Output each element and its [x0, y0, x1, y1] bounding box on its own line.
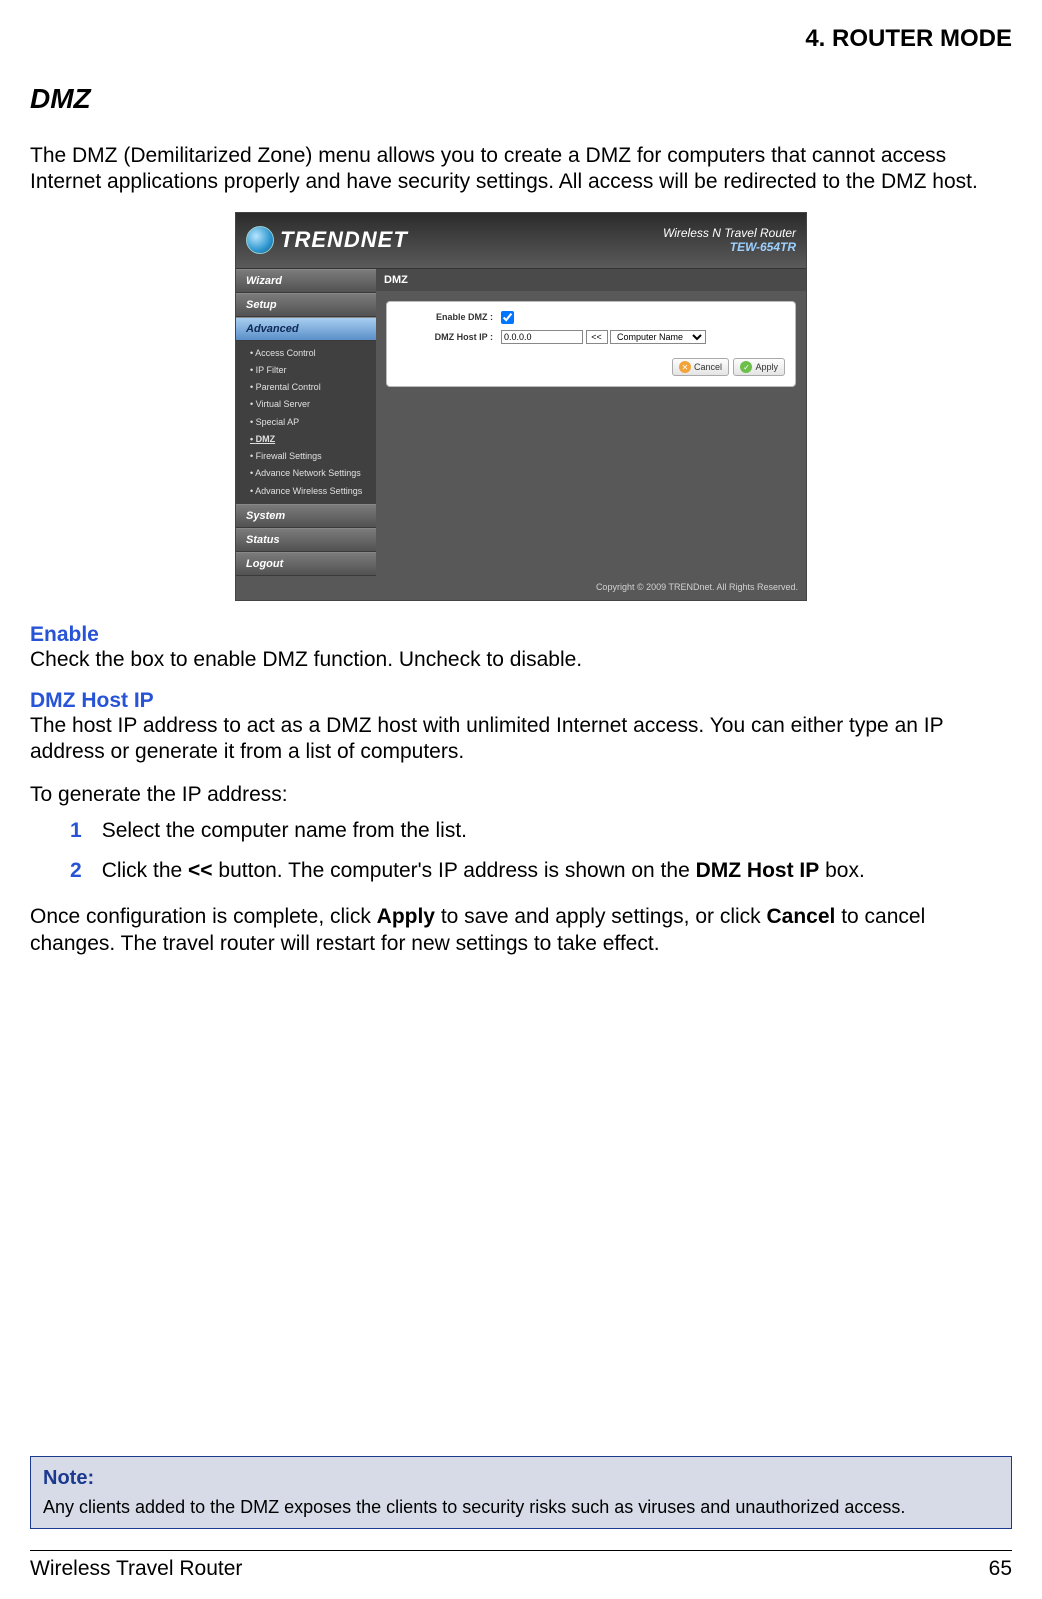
- cancel-button[interactable]: ✕ Cancel: [672, 358, 729, 376]
- brand-name: TRENDNET: [280, 227, 408, 253]
- enable-dmz-checkbox[interactable]: [501, 311, 514, 324]
- nav-system[interactable]: System: [236, 504, 376, 528]
- advanced-submenu: Access Control IP Filter Parental Contro…: [236, 341, 376, 504]
- sub-virtual-server[interactable]: Virtual Server: [236, 396, 376, 413]
- router-header: TRENDNET Wireless N Travel Router TEW-65…: [236, 213, 806, 269]
- page-footer: Wireless Travel Router 65: [30, 1550, 1012, 1581]
- lookup-button[interactable]: <<: [586, 330, 608, 344]
- sub-adv-wireless[interactable]: Advance Wireless Settings: [236, 483, 376, 500]
- note-label: Note:: [43, 1467, 999, 1490]
- apply-label: Apply: [755, 362, 778, 372]
- apply-button[interactable]: ✓ Apply: [733, 358, 785, 376]
- chapter-header: 4. ROUTER MODE: [30, 25, 1012, 53]
- dmz-host-ip-description: The host IP address to act as a DMZ host…: [30, 713, 1012, 766]
- apply-icon: ✓: [740, 361, 752, 373]
- enable-dmz-label: Enable DMZ :: [397, 308, 497, 327]
- nav-wizard[interactable]: Wizard: [236, 269, 376, 293]
- dmz-host-ip-heading: DMZ Host IP: [30, 689, 1012, 713]
- cancel-label: Cancel: [694, 362, 722, 372]
- sub-firewall[interactable]: Firewall Settings: [236, 448, 376, 465]
- dmz-panel: Enable DMZ : DMZ Host IP : << Computer N…: [386, 301, 796, 388]
- computer-name-select[interactable]: Computer Name: [610, 330, 706, 344]
- sub-special-ap[interactable]: Special AP: [236, 414, 376, 431]
- note-box: Note: Any clients added to the DMZ expos…: [30, 1456, 1012, 1530]
- dmz-host-ip-label: DMZ Host IP :: [397, 327, 497, 347]
- sub-parental-control[interactable]: Parental Control: [236, 379, 376, 396]
- dmz-host-ip-input[interactable]: [501, 330, 583, 344]
- step-1-text: Select the computer name from the list.: [102, 818, 467, 844]
- content-title: DMZ: [376, 269, 806, 291]
- step-1: 1 Select the computer name from the list…: [70, 818, 1012, 844]
- nav-logout[interactable]: Logout: [236, 552, 376, 576]
- brand-logo-icon: [246, 226, 274, 254]
- product-model: TEW-654TR: [663, 240, 796, 254]
- sub-access-control[interactable]: Access Control: [236, 345, 376, 362]
- note-text: Any clients added to the DMZ exposes the…: [43, 1496, 999, 1519]
- final-paragraph: Once configuration is complete, click Ap…: [30, 904, 1012, 957]
- page-number: 65: [989, 1557, 1012, 1581]
- nav-status[interactable]: Status: [236, 528, 376, 552]
- generate-intro: To generate the IP address:: [30, 782, 1012, 808]
- nav-setup[interactable]: Setup: [236, 293, 376, 317]
- step-2: 2 Click the << button. The computer's IP…: [70, 858, 1012, 884]
- sidebar: Wizard Setup Advanced Access Control IP …: [236, 269, 376, 576]
- section-title: DMZ: [30, 83, 1012, 115]
- enable-description: Check the box to enable DMZ function. Un…: [30, 647, 1012, 673]
- step-number-2: 2: [70, 858, 82, 884]
- product-name: Wireless N Travel Router: [663, 226, 796, 240]
- sub-dmz[interactable]: DMZ: [236, 431, 376, 448]
- intro-paragraph: The DMZ (Demilitarized Zone) menu allows…: [30, 143, 1012, 196]
- copyright-text: Copyright © 2009 TRENDnet. All Rights Re…: [236, 576, 806, 600]
- router-screenshot: TRENDNET Wireless N Travel Router TEW-65…: [30, 212, 1012, 601]
- nav-advanced[interactable]: Advanced: [236, 317, 376, 341]
- cancel-icon: ✕: [679, 361, 691, 373]
- sub-adv-network[interactable]: Advance Network Settings: [236, 465, 376, 482]
- footer-title: Wireless Travel Router: [30, 1557, 242, 1581]
- enable-heading: Enable: [30, 623, 1012, 647]
- sub-ip-filter[interactable]: IP Filter: [236, 362, 376, 379]
- step-number-1: 1: [70, 818, 82, 844]
- step-2-text: Click the << button. The computer's IP a…: [102, 858, 865, 884]
